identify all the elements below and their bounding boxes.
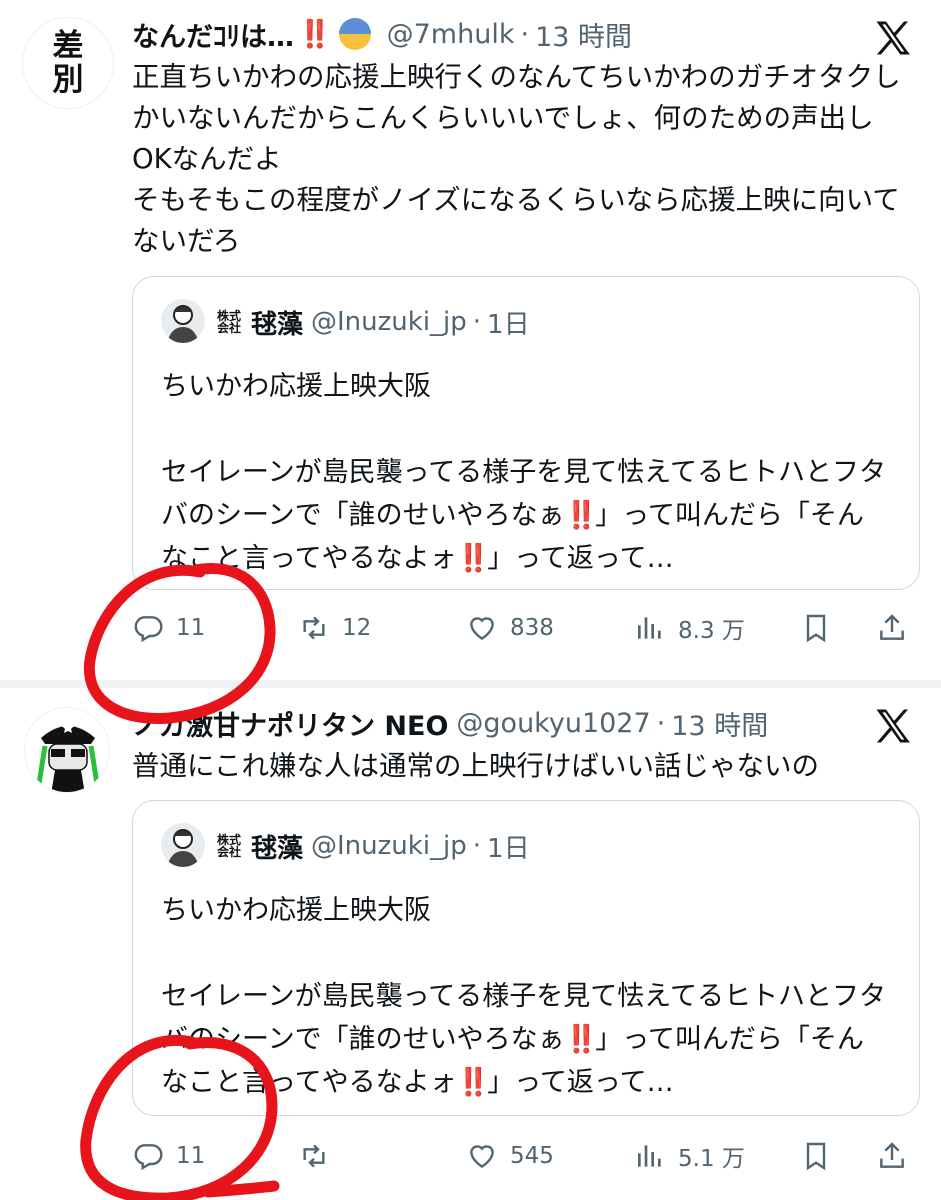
views-icon xyxy=(638,617,661,639)
share-button[interactable] xyxy=(876,606,908,650)
user-handle[interactable]: @goukyu1027 xyxy=(456,708,650,739)
anxious-face-emoji-icon xyxy=(338,18,371,50)
double-exclamation-emoji: ‼️ xyxy=(456,1067,491,1098)
like-count: 838 xyxy=(510,615,554,641)
tweet[interactable]: 差 別 なんだｺﾘは… ‼️ @7mhulk · 13 時間 正直ちいかわの応援… xyxy=(0,0,941,680)
reply-count: 11 xyxy=(176,1143,206,1169)
separator-dot: · xyxy=(520,18,530,50)
timestamp[interactable]: 1日 xyxy=(487,304,530,341)
separator-dot: · xyxy=(472,307,482,337)
view-count: 5.1 万 xyxy=(678,1146,745,1172)
reply-count: 11 xyxy=(176,615,206,641)
avatar-kanji-logo: 差 別 xyxy=(23,18,113,108)
quote-line: ちいかわ応援上映大阪 xyxy=(161,895,431,926)
timestamp[interactable]: 13 時間 xyxy=(535,15,632,54)
like-icon xyxy=(470,1145,494,1169)
display-name[interactable]: ノガ激甘ナポリタン NEO xyxy=(132,704,448,743)
reply-button[interactable]: 11 xyxy=(132,606,205,650)
views-button[interactable]: 5.1 万 xyxy=(634,1134,745,1178)
reply-icon xyxy=(134,1144,163,1171)
person-illustration-icon xyxy=(167,829,199,867)
character-avatar-icon xyxy=(25,708,109,792)
x-logo-icon xyxy=(876,709,910,743)
retweet-count: 12 xyxy=(342,615,372,641)
views-icon xyxy=(638,1145,661,1167)
share-icon xyxy=(880,614,904,640)
timestamp[interactable]: 1日 xyxy=(487,828,530,865)
like-count: 545 xyxy=(510,1143,554,1169)
double-exclamation-emoji: ‼️ xyxy=(298,19,332,50)
separator-dot: · xyxy=(656,707,666,739)
share-icon xyxy=(880,1142,904,1168)
share-button[interactable] xyxy=(876,1134,908,1178)
tweet-header: なんだｺﾘは… ‼️ @7mhulk · 13 時間 xyxy=(132,14,871,54)
quote-text: ちいかわ応援上映大阪 セイレーンが島民襲ってる様子を見て怯えてるヒトハとフタバの… xyxy=(161,889,887,1104)
tweet-text: 正直ちいかわの応援上映行くのなんてちいかわのガチオタクしかいないんだからこんくら… xyxy=(132,61,901,257)
quote-text: ちいかわ応援上映大阪 セイレーンが島民襲ってる様子を見て怯えてるヒトハとフタバの… xyxy=(161,365,887,580)
quote-line: ちいかわ応援上映大阪 xyxy=(161,371,431,402)
quote-line: 」って返って… xyxy=(487,543,674,574)
view-count: 8.3 万 xyxy=(678,618,745,644)
double-exclamation-emoji: ‼️ xyxy=(564,1024,599,1055)
separator-dot: · xyxy=(472,831,482,861)
display-name[interactable]: なんだｺﾘは… xyxy=(132,15,294,54)
bookmark-icon xyxy=(806,1142,826,1171)
retweet-icon xyxy=(303,1144,325,1168)
avatar[interactable] xyxy=(161,823,205,867)
tweet-divider xyxy=(0,680,941,688)
user-handle[interactable]: @7mhulk xyxy=(387,19,515,50)
quote-header: 株式会社 毬藻 @Inuzuki_jp · 1日 xyxy=(217,304,530,341)
timestamp[interactable]: 13 時間 xyxy=(671,704,768,743)
tweet-text: 普通にこれ嫌な人は通常の上映行けばいい話じゃないの xyxy=(132,750,819,782)
display-name-prefix: 株式会社 xyxy=(217,833,242,859)
quote-header: 株式会社 毬藻 @Inuzuki_jp · 1日 xyxy=(217,828,530,865)
quoted-tweet[interactable]: 株式会社 毬藻 @Inuzuki_jp · 1日 ちいかわ応援上映大阪 セイレー… xyxy=(132,276,920,590)
display-name[interactable]: 毬藻 xyxy=(251,828,303,865)
like-icon xyxy=(470,617,494,641)
like-button[interactable]: 838 xyxy=(466,606,554,650)
action-bar: 11 12 838 8.3 万 xyxy=(132,606,917,650)
retweet-button[interactable] xyxy=(298,1134,342,1178)
avatar-char: 別 xyxy=(52,62,84,98)
retweet-button[interactable]: 12 xyxy=(298,606,371,650)
avatar[interactable]: 差 別 xyxy=(22,17,114,109)
user-handle[interactable]: @Inuzuki_jp xyxy=(311,831,467,861)
bookmark-icon xyxy=(806,614,826,643)
display-name-prefix: 株式会社 xyxy=(217,309,242,335)
quote-line: 」って返って… xyxy=(487,1067,674,1098)
retweet-icon xyxy=(303,616,325,640)
x-logo-icon xyxy=(876,21,910,55)
action-bar: 11 545 5.1 万 xyxy=(132,1134,917,1178)
avatar[interactable] xyxy=(24,707,110,793)
double-exclamation-emoji: ‼️ xyxy=(456,543,491,574)
tweet-header: ノガ激甘ナポリタン NEO @goukyu1027 · 13 時間 xyxy=(132,703,871,743)
quoted-tweet[interactable]: 株式会社 毬藻 @Inuzuki_jp · 1日 ちいかわ応援上映大阪 セイレー… xyxy=(132,800,920,1116)
person-illustration-icon xyxy=(167,305,199,343)
reply-button[interactable]: 11 xyxy=(132,1134,205,1178)
double-exclamation-emoji: ‼️ xyxy=(564,500,599,531)
display-name[interactable]: 毬藻 xyxy=(251,304,303,341)
bookmark-button[interactable] xyxy=(800,606,832,650)
reply-icon xyxy=(134,616,163,643)
like-button[interactable]: 545 xyxy=(466,1134,554,1178)
bookmark-button[interactable] xyxy=(800,1134,832,1178)
user-handle[interactable]: @Inuzuki_jp xyxy=(311,307,467,337)
avatar[interactable] xyxy=(161,299,205,343)
views-button[interactable]: 8.3 万 xyxy=(634,606,745,650)
avatar-char: 差 xyxy=(52,28,84,64)
